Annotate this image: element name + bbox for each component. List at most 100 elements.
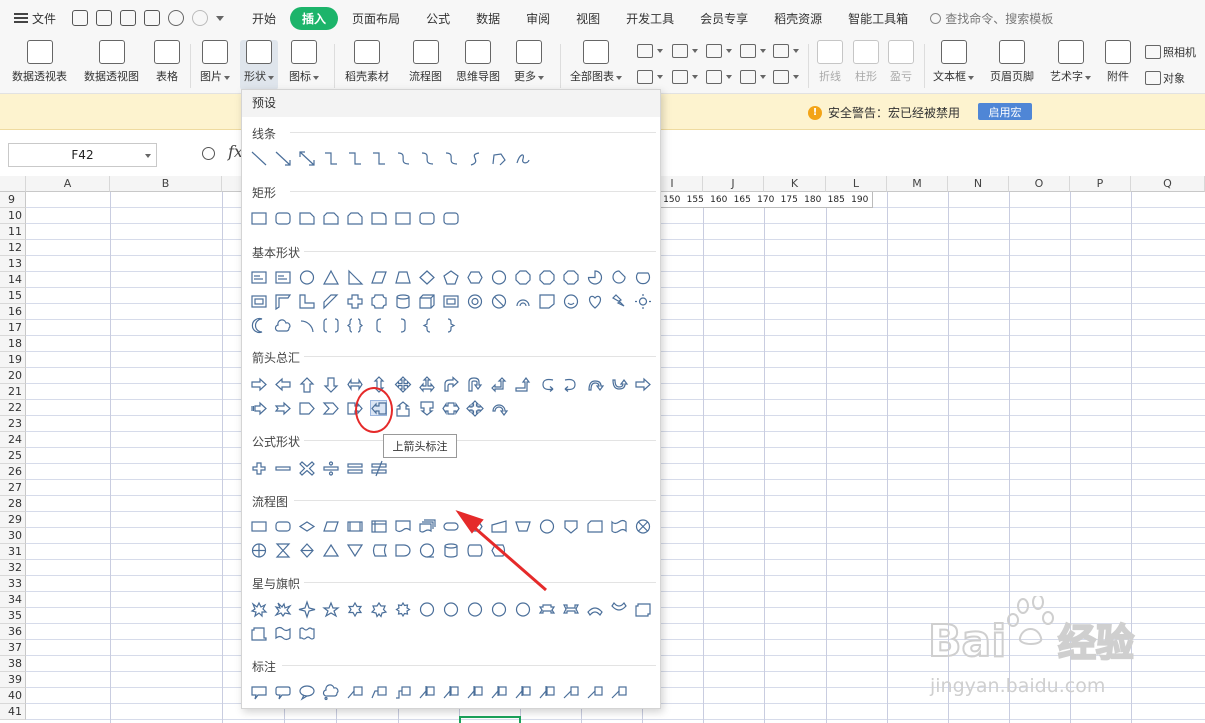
cross-shape-icon[interactable]	[346, 293, 363, 309]
punchtape-shape-icon[interactable]	[610, 518, 627, 534]
delay-shape-icon[interactable]	[394, 542, 411, 558]
heart-shape-icon[interactable]	[586, 293, 603, 309]
orjunction-shape-icon[interactable]	[250, 542, 267, 558]
chord-shape-icon[interactable]	[634, 269, 651, 285]
wordart-button[interactable]: 艺术字	[1050, 40, 1091, 84]
freeform-shape-icon[interactable]	[490, 150, 507, 166]
row-header[interactable]: 27	[0, 480, 26, 496]
elbow-shape-icon[interactable]	[322, 150, 339, 166]
row-header[interactable]: 32	[0, 560, 26, 576]
manualop-shape-icon[interactable]	[514, 518, 531, 534]
callout-border-shape-icon[interactable]	[610, 684, 627, 700]
roundrect-shape-icon[interactable]	[274, 210, 291, 226]
star10-shape-icon[interactable]	[442, 601, 459, 617]
lrarrowup-shape-icon[interactable]	[418, 375, 435, 393]
map-chart-dropdown[interactable]	[637, 70, 663, 84]
offpage-shape-icon[interactable]	[562, 518, 579, 534]
octagon-shape-icon[interactable]	[562, 269, 579, 285]
mindmap-button[interactable]: 思维导图	[456, 40, 500, 84]
callout-accent-shape-icon[interactable]	[418, 684, 435, 700]
lrarrow-shape-icon[interactable]	[346, 376, 363, 392]
statistic-chart-dropdown[interactable]	[672, 70, 698, 84]
multidoc-shape-icon[interactable]	[418, 518, 436, 534]
star5-shape-icon[interactable]	[321, 600, 340, 617]
snip2-shape-icon[interactable]	[346, 210, 363, 226]
pie-chart-dropdown[interactable]	[706, 70, 732, 84]
explosion2-shape-icon[interactable]	[273, 601, 292, 617]
callout-accent-shape-icon[interactable]	[466, 684, 483, 700]
dblarrow-shape-icon[interactable]	[298, 150, 315, 166]
icons-button[interactable]: 图标	[289, 40, 319, 84]
ribbonup-shape-icon[interactable]	[538, 601, 555, 617]
snip1-shape-icon[interactable]	[298, 210, 315, 226]
column-header-p[interactable]: P	[1070, 176, 1131, 192]
row-header[interactable]: 21	[0, 384, 26, 400]
altprocess-shape-icon[interactable]	[274, 518, 291, 534]
row-header[interactable]: 19	[0, 352, 26, 368]
save-icon[interactable]	[72, 10, 89, 26]
row-header[interactable]: 26	[0, 464, 26, 480]
table-cell[interactable]: 165	[731, 192, 755, 207]
callout-border-shape-icon[interactable]	[586, 684, 603, 700]
column-header-q[interactable]: Q	[1131, 176, 1205, 192]
uturn-shape-icon[interactable]	[466, 376, 483, 392]
data-shape-icon[interactable]	[322, 518, 339, 534]
internalstorage-shape-icon[interactable]	[370, 518, 387, 534]
row-header[interactable]: 20	[0, 368, 26, 384]
table-cell[interactable]: 170	[754, 192, 778, 207]
row-header[interactable]: 35	[0, 608, 26, 624]
textbox-button[interactable]: 文本框	[933, 40, 974, 84]
table-cell[interactable]: 160	[707, 192, 731, 207]
callout-line2-shape-icon[interactable]	[370, 684, 387, 700]
column-chart-dropdown[interactable]	[637, 44, 663, 58]
parallelogram-shape-icon[interactable]	[370, 269, 387, 285]
more-button[interactable]: 更多	[514, 40, 544, 84]
snip2-shape-icon[interactable]	[322, 210, 339, 226]
camera-button[interactable]: 照相机	[1145, 44, 1196, 60]
leftuparrow-shape-icon[interactable]	[490, 376, 507, 392]
curve-shape-icon[interactable]	[418, 150, 435, 166]
print-preview-icon[interactable]	[144, 10, 161, 26]
table-cell[interactable]: 175	[778, 192, 802, 207]
can-shape-icon[interactable]	[394, 293, 411, 309]
lrcallout-shape-icon[interactable]	[441, 400, 460, 416]
row-header[interactable]: 33	[0, 576, 26, 592]
row-header[interactable]: 10	[0, 208, 26, 224]
star10-shape-icon[interactable]	[514, 601, 531, 617]
doublewave-shape-icon[interactable]	[298, 625, 315, 641]
curvedleft-shape-icon[interactable]	[562, 376, 579, 392]
callout-accent-shape-icon[interactable]	[442, 684, 459, 700]
row-header[interactable]: 9	[0, 192, 26, 208]
bevel-shape-icon[interactable]	[442, 293, 459, 309]
name-box[interactable]: F42	[8, 143, 157, 167]
curve-shape-icon[interactable]	[394, 150, 411, 166]
docer-material-button[interactable]: 稻壳素材	[345, 40, 389, 84]
tab-developer[interactable]: 开发工具	[614, 7, 686, 30]
star10-shape-icon[interactable]	[490, 601, 507, 617]
manualinput-shape-icon[interactable]	[490, 518, 507, 534]
pentagon-shape-icon[interactable]	[442, 269, 459, 285]
sparkline-column-button[interactable]: 柱形	[853, 40, 879, 84]
extract-shape-icon[interactable]	[322, 542, 339, 558]
preparation-shape-icon[interactable]	[466, 518, 483, 534]
column-header-m[interactable]: M	[887, 176, 948, 192]
rarrow-shape-icon[interactable]	[634, 376, 651, 392]
notequal-shape-icon[interactable]	[370, 460, 387, 476]
picture-button[interactable]: 图片	[200, 40, 230, 84]
hscroll-shape-icon[interactable]	[250, 625, 267, 641]
merge-shape-icon[interactable]	[346, 542, 363, 558]
downcallout-shape-icon[interactable]	[418, 400, 435, 416]
object-button[interactable]: 对象	[1145, 70, 1185, 86]
table-cell[interactable]: 155	[684, 192, 708, 207]
bar-chart-dropdown[interactable]	[672, 44, 698, 58]
directaccess-shape-icon[interactable]	[466, 542, 483, 558]
halfframe-shape-icon[interactable]	[274, 293, 291, 310]
divide-shape-icon[interactable]	[322, 460, 339, 476]
seqaccess-shape-icon[interactable]	[418, 542, 435, 558]
table-cell[interactable]: 150	[660, 192, 684, 207]
card-shape-icon[interactable]	[586, 518, 603, 534]
smiley-shape-icon[interactable]	[562, 293, 579, 309]
moon-shape-icon[interactable]	[250, 317, 267, 333]
tab-docer-resources[interactable]: 稻壳资源	[762, 7, 834, 30]
select-all-corner[interactable]	[0, 176, 26, 192]
